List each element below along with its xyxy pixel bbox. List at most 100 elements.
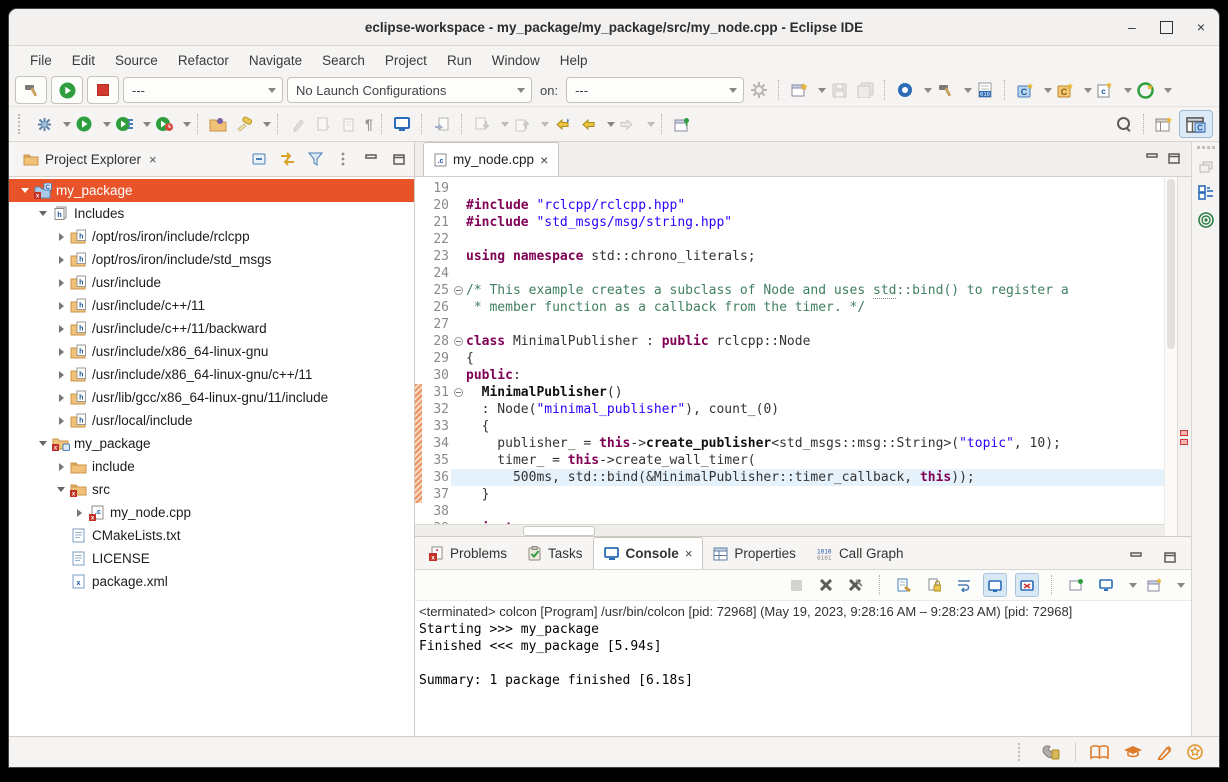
tree-item[interactable]: h/usr/local/include [9,409,414,432]
open-console-icon[interactable] [1143,574,1165,596]
menu-run[interactable]: Run [438,50,481,71]
tree-item[interactable]: xmy_package [9,432,414,455]
tree-expander-icon[interactable] [35,436,51,452]
clear-console-icon[interactable] [893,574,915,596]
new-cpp-class-chevron[interactable] [1080,77,1090,103]
menu-project[interactable]: Project [376,50,436,71]
project-tree[interactable]: Cxmy_packagehIncludesh/opt/ros/iron/incl… [9,177,414,736]
tab-call-graph[interactable]: 10100101Call Graph [806,538,914,569]
coverage-chevron[interactable] [139,111,149,137]
coverage-icon[interactable] [113,112,135,136]
filter-icon[interactable] [306,147,324,171]
rail-drag-handle[interactable] [1197,146,1215,149]
menu-edit[interactable]: Edit [63,50,104,71]
collapse-all-icon[interactable] [250,147,268,171]
tree-expander-icon[interactable] [53,390,69,406]
skip-breakpoints-icon[interactable] [33,112,55,136]
tab-properties[interactable]: Properties [703,538,806,569]
target-settings-gear-icon[interactable] [748,78,770,102]
save-button[interactable] [828,78,850,102]
stop-button[interactable] [87,76,119,104]
overview-ruler[interactable] [1177,177,1191,536]
run-button[interactable] [51,76,83,104]
next-annotation-icon[interactable] [313,112,335,136]
tree-item[interactable]: h/usr/include/x86_64-linux-gnu/c++/11 [9,363,414,386]
skip-breakpoints-chevron[interactable] [59,111,69,137]
tab-tasks[interactable]: Tasks [517,538,593,569]
forward-chevron[interactable] [643,111,653,137]
project-explorer-tab[interactable]: Project Explorer × [15,142,165,176]
display-console-chevron[interactable] [1125,572,1135,598]
tree-item[interactable]: h/usr/include [9,271,414,294]
unit-test-chevron[interactable] [1160,77,1170,103]
new-c-project-button[interactable]: C [1014,78,1036,102]
tree-expander-icon[interactable] [53,344,69,360]
display-console-icon[interactable] [1095,574,1117,596]
open-perspective-icon[interactable] [1153,112,1175,136]
tree-expander-icon[interactable] [53,229,69,245]
tree-item[interactable]: xpackage.xml [9,570,414,593]
minimize-panel-icon[interactable] [1125,545,1147,569]
open-console-pin-icon[interactable] [1065,574,1087,596]
minimize-editor-icon[interactable] [1141,146,1163,170]
annotation-up-chevron[interactable] [537,111,547,137]
terminate-icon[interactable] [785,574,807,596]
maximize-view-icon[interactable] [390,147,408,171]
back-chevron[interactable] [603,111,613,137]
show-on-output-icon[interactable] [1015,573,1039,597]
restore-views-icon[interactable] [1199,161,1213,173]
pin-console-icon[interactable] [983,573,1007,597]
build-config-select[interactable]: --- [123,77,283,103]
tree-expander-icon[interactable] [53,275,69,291]
maximize-button[interactable] [1160,21,1173,34]
run-last-chevron[interactable] [99,111,109,137]
tree-item[interactable]: include [9,455,414,478]
build-targets-view-icon[interactable] [1198,212,1214,228]
previous-annotation-icon[interactable] [339,112,361,136]
tab-problems[interactable]: xProblems [419,538,517,569]
build-hammer-chevron[interactable] [960,77,970,103]
new-wizard-button[interactable] [788,78,810,102]
profile-icon[interactable] [153,112,175,136]
debug-chevron[interactable] [920,77,930,103]
launch-target-select[interactable]: --- [566,77,744,103]
maximize-panel-icon[interactable] [1159,545,1181,569]
horizontal-scrollbar[interactable] [415,524,1164,536]
open-console-chevron[interactable] [1173,572,1183,598]
menu-navigate[interactable]: Navigate [240,50,311,71]
load-config-icon[interactable] [207,112,229,136]
word-wrap-icon[interactable] [953,574,975,596]
close-button[interactable]: × [1197,20,1205,34]
tree-item[interactable]: h/opt/ros/iron/include/std_msgs [9,248,414,271]
tree-expander-icon[interactable] [53,321,69,337]
search-icon[interactable] [1113,112,1135,136]
remove-all-launches-icon[interactable] [845,574,867,596]
tree-item[interactable]: h/usr/lib/gcc/x86_64-linux-gnu/11/includ… [9,386,414,409]
vscroll-thumb[interactable] [1167,179,1175,349]
tutorials-book-icon[interactable] [1090,745,1109,760]
view-menu-icon[interactable] [334,147,352,171]
annotation-down-chevron[interactable] [497,111,507,137]
binary-file-icon[interactable]: 010 [974,78,996,102]
new-cpp-class-button[interactable]: C [1054,78,1076,102]
tree-item[interactable]: LICENSE [9,547,414,570]
debug-attach-icon[interactable] [894,78,916,102]
fold-marker-icon[interactable] [451,282,466,299]
search-flashlight-icon[interactable] [233,112,255,136]
fold-marker-icon[interactable] [451,384,466,401]
menu-search[interactable]: Search [313,50,374,71]
console-view-icon[interactable] [391,112,413,136]
last-edit-location-icon[interactable] [551,112,573,136]
editor-tab-my-node[interactable]: .c my_node.cpp × [423,142,559,176]
minimize-view-icon[interactable] [362,147,380,171]
unit-test-icon[interactable] [1134,78,1156,102]
community-badge-icon[interactable] [1187,744,1203,760]
tree-item[interactable]: h/usr/include/x86_64-linux-gnu [9,340,414,363]
link-with-editor-icon[interactable] [278,147,296,171]
back-icon[interactable] [577,112,599,136]
menu-refactor[interactable]: Refactor [169,50,238,71]
tree-expander-icon[interactable] [53,482,69,498]
launch-config-select[interactable]: No Launch Configurations [287,77,532,103]
save-all-button[interactable] [854,78,876,102]
new-c-project-chevron[interactable] [1040,77,1050,103]
